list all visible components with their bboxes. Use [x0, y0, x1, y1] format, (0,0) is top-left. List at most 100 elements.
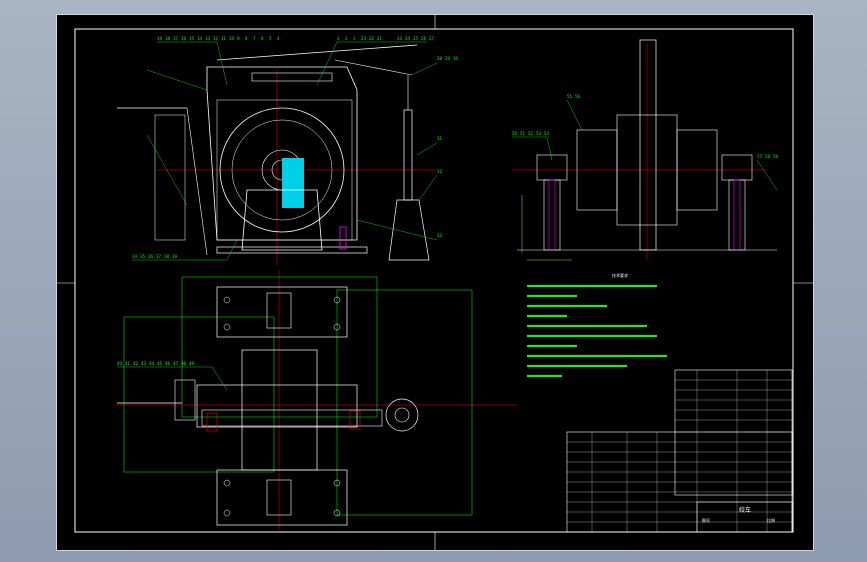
- front-balloon-38: 38: [164, 254, 170, 259]
- front-balloon-39: 39: [172, 254, 178, 259]
- side-support-right: [728, 179, 746, 251]
- front-balloon-22: 22: [369, 36, 375, 41]
- front-balloon-15: 15: [189, 36, 195, 41]
- side-balloon-50: 50: [512, 131, 518, 136]
- front-balloon-3: 3: [337, 36, 340, 41]
- plan-brake-block: [174, 379, 196, 421]
- plan-clevis-left: [206, 412, 218, 432]
- front-balloon-10: 10: [229, 36, 235, 41]
- front-balloon-20: 20: [397, 36, 403, 41]
- side-leader-lines: [512, 99, 778, 191]
- plan-envelope-left: [123, 316, 275, 473]
- winch-housing: [206, 66, 358, 241]
- front-balloon-13: 13: [205, 36, 211, 41]
- front-balloon-26: 26: [421, 36, 427, 41]
- hydraulic-cylinder: [403, 109, 413, 201]
- parts-list-grid: [567, 370, 792, 532]
- brake-rod: [186, 107, 208, 256]
- front-balloon-4: 4: [277, 36, 280, 41]
- plan-bearing-top: [216, 286, 348, 338]
- title-drawing-no: 图号: [702, 517, 710, 523]
- front-balloon-21: 21: [377, 36, 383, 41]
- front-balloon-18: 18: [165, 36, 171, 41]
- front-balloon-37: 37: [156, 254, 162, 259]
- plan-balloon-41: 41: [125, 361, 131, 366]
- plan-balloon-42: 42: [133, 361, 139, 366]
- front-balloon-7: 7: [253, 36, 256, 41]
- front-balloon-5: 5: [269, 36, 272, 41]
- side-balloon-51: 51: [520, 131, 526, 136]
- side-bearing-left: [536, 154, 568, 181]
- technical-notes: 技术要求: [527, 272, 667, 377]
- link-arm: [334, 59, 413, 76]
- plan-balloon-40: 40: [117, 361, 123, 366]
- plan-envelope-upper: [181, 276, 378, 418]
- spring-housing: [251, 72, 333, 82]
- front-balloon-14: 14: [197, 36, 203, 41]
- front-balloon-25: 25: [413, 36, 419, 41]
- side-balloon-57: 57: [757, 154, 763, 159]
- front-balloon-17: 17: [173, 36, 179, 41]
- tech-note-lines: [527, 285, 667, 377]
- plan-balloon-47: 47: [173, 361, 179, 366]
- side-balloon-58: 58: [765, 154, 771, 159]
- engineering-drawing: 技术要求 绞车 比例 图号 19 18 17 16 15 14 13 12 11…: [57, 15, 813, 550]
- front-balloon-1: 1: [353, 36, 356, 41]
- front-balloon-28: 28: [437, 56, 443, 61]
- plan-bolts: [223, 296, 341, 517]
- front-balloon-23: 23: [361, 36, 367, 41]
- side-balloon-53: 53: [536, 131, 542, 136]
- side-anchor-left: [548, 179, 556, 251]
- plan-leader-lines: [117, 366, 228, 391]
- title-scale-label: 比例: [767, 517, 775, 523]
- side-view: [512, 39, 778, 261]
- parts-list: 绞车 比例 图号: [566, 369, 793, 533]
- front-balloon-31: 31: [437, 136, 443, 141]
- plan-pulley-hub: [394, 407, 410, 423]
- front-balloon-19: 19: [157, 36, 163, 41]
- front-balloon-16: 16: [181, 36, 187, 41]
- front-balloon-34: 34: [132, 254, 138, 259]
- title-part-name: 绞车: [739, 506, 751, 514]
- front-leader-lines: [132, 41, 438, 261]
- side-bearing-right: [721, 154, 753, 181]
- plan-view: [117, 270, 517, 530]
- plan-balloon-44: 44: [149, 361, 155, 366]
- side-balloon-56: 56: [575, 94, 581, 99]
- front-balloon-2: 2: [345, 36, 348, 41]
- side-anchor-right: [733, 179, 741, 251]
- plan-balloon-46: 46: [165, 361, 171, 366]
- front-balloon-6: 6: [261, 36, 264, 41]
- front-balloon-30: 30: [453, 56, 459, 61]
- cad-drawing-viewport[interactable]: 技术要求 绞车 比例 图号 19 18 17 16 15 14 13 12 11…: [56, 14, 814, 551]
- side-balloon-55: 55: [567, 94, 573, 99]
- side-support-left: [543, 179, 561, 251]
- tech-requirements-title: 技术要求: [612, 272, 628, 278]
- plan-balloon-45: 45: [157, 361, 163, 366]
- plan-cylinder: [201, 409, 383, 427]
- front-balloon-33: 33: [437, 233, 443, 238]
- plan-balloon-43: 43: [141, 361, 147, 366]
- front-balloon-27: 27: [429, 36, 435, 41]
- cylinder-base: [388, 199, 430, 261]
- plan-pulley: [385, 398, 419, 432]
- front-view: [117, 41, 438, 265]
- front-balloon-35: 35: [140, 254, 146, 259]
- plan-bearing-bottom: [216, 469, 348, 526]
- front-balloon-9: 9: [237, 36, 240, 41]
- top-linkage: [216, 44, 418, 61]
- side-balloon-52: 52: [528, 131, 534, 136]
- drawing-frame: [74, 28, 794, 533]
- front-balloon-32: 32: [437, 169, 443, 174]
- front-balloon-29: 29: [445, 56, 451, 61]
- front-balloon-8: 8: [245, 36, 248, 41]
- front-balloon-12: 12: [213, 36, 219, 41]
- side-frame-column: [639, 39, 657, 251]
- front-balloon-24: 24: [405, 36, 411, 41]
- parts-list-upper: [674, 369, 793, 496]
- front-balloon-11: 11: [221, 36, 227, 41]
- anchor-bolt: [339, 226, 347, 250]
- bearing-block-section: [282, 158, 304, 208]
- side-balloon-59: 59: [773, 154, 779, 159]
- brake-arm: [154, 114, 186, 241]
